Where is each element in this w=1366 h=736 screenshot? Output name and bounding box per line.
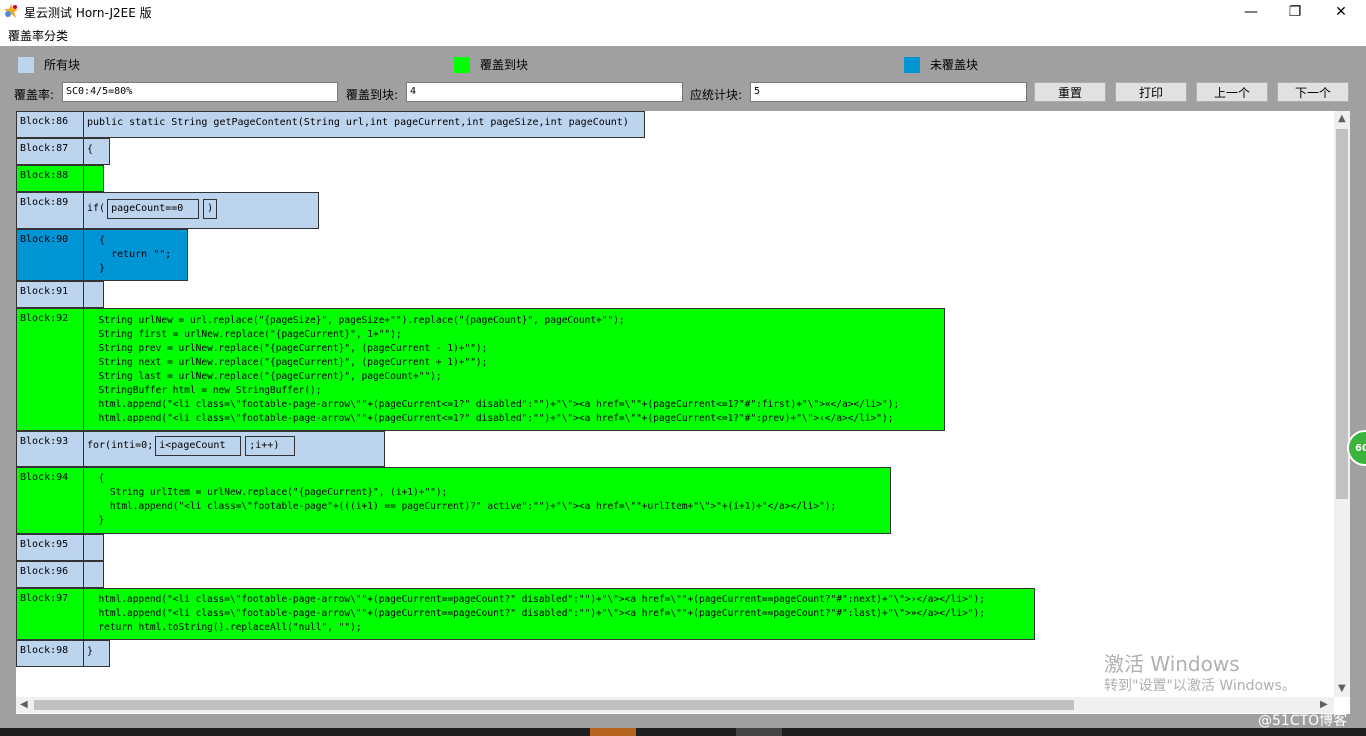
block-row: Block:95 [16, 534, 104, 561]
print-button[interactable]: 打印 [1115, 82, 1187, 102]
block-code: } [84, 640, 110, 667]
title-bar: 星云测试 Horn-J2EE 版 — ❐ ✕ [0, 0, 1366, 24]
block-row: Block:96 [16, 561, 104, 588]
code-part: for(inti=0; [87, 440, 154, 451]
block-code [84, 281, 104, 308]
total-field[interactable]: 5 [750, 82, 1027, 102]
block-row: Block:91 [16, 281, 104, 308]
legend: 所有块 覆盖到块 未覆盖块 [0, 46, 1366, 80]
legend-all-label: 所有块 [44, 58, 81, 72]
legend-uncovered-label: 未覆盖块 [930, 58, 979, 72]
block-row: Block:98 } [16, 640, 110, 667]
legend-all: 所有块 [18, 56, 80, 73]
condition-box: pageCount==0 [107, 199, 200, 219]
reset-button[interactable]: 重置 [1034, 82, 1106, 102]
block-row: Block:87 { [16, 138, 110, 165]
block-label: Block:94 [16, 467, 84, 534]
scroll-down-icon[interactable]: ▼ [1338, 683, 1346, 694]
block-label: Block:95 [16, 534, 84, 561]
block-row: Block:86 public static String getPageCon… [16, 111, 645, 138]
menu-bar: 覆盖率分类 [0, 24, 1366, 46]
close-button[interactable]: ✕ [1318, 0, 1364, 24]
legend-covered-label: 覆盖到块 [480, 58, 529, 72]
site-watermark: @51CTO博客 [1258, 713, 1348, 729]
activate-windows-hint: 转到"设置"以激活 Windows。 [1104, 678, 1296, 694]
block-row: Block:94 { String urlItem = urlNew.repla… [16, 467, 891, 534]
legend-covered: 覆盖到块 [454, 56, 528, 73]
coverage-field[interactable]: SC0:4/5=80% [62, 82, 338, 102]
block-code [84, 561, 104, 588]
block-label: Block:88 [16, 165, 84, 192]
block-row: Block:92 String urlNew = url.replace("{p… [16, 308, 945, 431]
scroll-up-icon[interactable]: ▲ [1338, 113, 1346, 124]
legend-all-swatch [18, 56, 34, 73]
legend-uncovered: 未覆盖块 [904, 56, 978, 73]
block-code: html.append("<li class=\"footable-page-a… [84, 588, 1035, 640]
stats-toolbar: 覆盖率: SC0:4/5=80% 覆盖到块: 4 应统计块: 5 重置 打印 上… [0, 80, 1366, 106]
block-row: Block:90 { return ""; } [16, 229, 188, 281]
minimize-button[interactable]: — [1228, 0, 1274, 24]
vertical-scrollbar[interactable]: ▲ ▼ [1334, 111, 1350, 697]
block-code: for(inti=0; i<pageCount ;i++) [84, 431, 385, 467]
block-label: Block:96 [16, 561, 84, 588]
activate-windows-title: 激活 Windows [1104, 652, 1240, 676]
block-code: public static String getPageContent(Stri… [84, 111, 645, 138]
horizontal-scrollbar[interactable]: ◀ ▶ [16, 697, 1334, 713]
taskbar-app-button[interactable] [736, 728, 782, 736]
taskbar [0, 728, 1366, 736]
prev-button[interactable]: 上一个 [1196, 82, 1268, 102]
block-label: Block:93 [16, 431, 84, 467]
app-logo-icon [4, 4, 18, 18]
condition-box: i<pageCount [155, 436, 242, 456]
legend-uncovered-swatch [904, 56, 920, 73]
code-part: ;i++) [245, 436, 296, 456]
next-button[interactable]: 下一个 [1277, 82, 1349, 102]
covered-label: 覆盖到块: [346, 88, 399, 102]
covered-field[interactable]: 4 [406, 82, 683, 102]
block-label: Block:89 [16, 192, 84, 229]
block-row: Block:89 if(pageCount==0) [16, 192, 319, 229]
code-view[interactable]: Block:86 public static String getPageCon… [16, 111, 1350, 714]
block-code: String urlNew = url.replace("{pageSize}"… [84, 308, 945, 431]
block-code [84, 534, 104, 561]
window-title: 星云测试 Horn-J2EE 版 [24, 6, 152, 20]
block-code: { [84, 138, 110, 165]
code-part: ) [203, 199, 218, 219]
scroll-left-icon[interactable]: ◀ [20, 699, 28, 710]
menu-coverage-category[interactable]: 覆盖率分类 [8, 27, 68, 44]
block-label: Block:86 [16, 111, 84, 138]
block-code: { String urlItem = urlNew.replace("{page… [84, 467, 891, 534]
taskbar-app-button[interactable] [590, 728, 636, 736]
coverage-label: 覆盖率: [14, 88, 55, 102]
block-label: Block:87 [16, 138, 84, 165]
block-label: Block:91 [16, 281, 84, 308]
vertical-scroll-thumb[interactable] [1336, 129, 1348, 499]
block-label: Block:90 [16, 229, 84, 281]
maximize-button[interactable]: ❐ [1272, 0, 1318, 24]
block-row: Block:93 for(inti=0; i<pageCount ;i++) [16, 431, 385, 467]
horizontal-scroll-thumb[interactable] [34, 700, 1074, 710]
legend-covered-swatch [454, 56, 470, 73]
block-code: { return ""; } [84, 229, 188, 281]
code-part: if( [87, 203, 106, 214]
block-code: if(pageCount==0) [84, 192, 319, 229]
block-label: Block:97 [16, 588, 84, 640]
block-code [84, 165, 104, 192]
block-label: Block:98 [16, 640, 84, 667]
scroll-right-icon[interactable]: ▶ [1320, 699, 1328, 710]
total-label: 应统计块: [690, 88, 743, 102]
block-row: Block:97 html.append("<li class=\"footab… [16, 588, 1035, 640]
block-row: Block:88 [16, 165, 104, 192]
block-label: Block:92 [16, 308, 84, 431]
